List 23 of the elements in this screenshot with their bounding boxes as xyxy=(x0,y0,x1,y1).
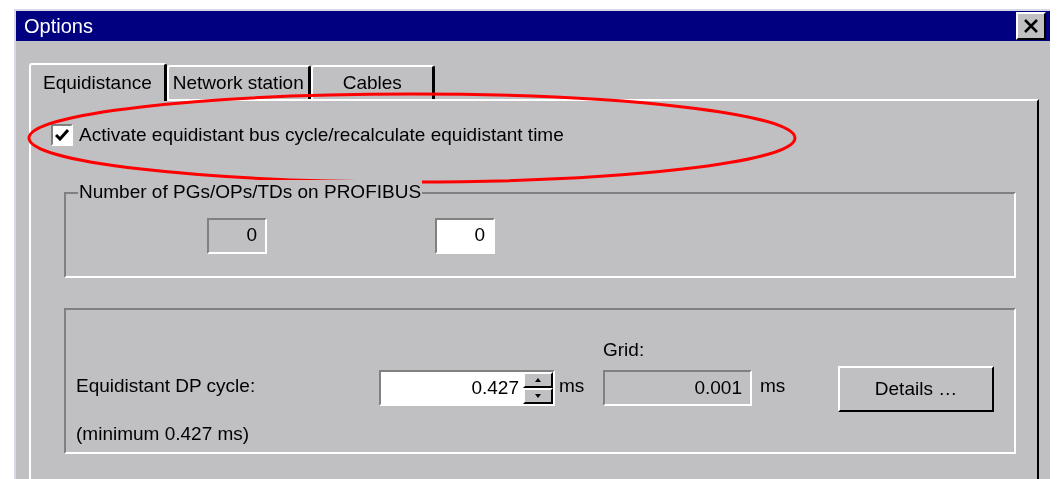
minimum-note: (minimum 0.427 ms) xyxy=(76,422,250,446)
cycle-value: 0.427 xyxy=(470,375,520,400)
spin-down-button[interactable] xyxy=(523,388,553,404)
unit-label: ms xyxy=(760,373,787,398)
count-field[interactable]: 0 xyxy=(435,217,495,254)
checkbox[interactable] xyxy=(51,124,73,147)
tab[interactable]: Network station xyxy=(166,65,311,99)
grid-field[interactable]: 0.001 xyxy=(603,370,752,406)
checkbox-label[interactable]: Activate equidistant bus cycle/recalculate equidistant time xyxy=(79,121,564,150)
checkmark-icon xyxy=(55,129,69,142)
spin-up-button[interactable] xyxy=(523,372,553,388)
cycle-label: Equidistant DP cycle: xyxy=(76,373,257,398)
tab[interactable]: Equidistance xyxy=(29,63,167,101)
window-title: Options xyxy=(24,14,93,39)
tab[interactable]: Cables xyxy=(310,65,435,99)
details-button[interactable]: Details … xyxy=(838,366,994,412)
up-arrow-icon xyxy=(535,378,541,382)
unit-label: ms xyxy=(559,373,586,398)
down-arrow-icon xyxy=(535,394,541,398)
close-icon xyxy=(1023,18,1039,34)
close-button[interactable] xyxy=(1016,12,1046,40)
grid-label: Grid: xyxy=(603,337,646,362)
spin-field[interactable]: 0.427 xyxy=(379,370,555,406)
